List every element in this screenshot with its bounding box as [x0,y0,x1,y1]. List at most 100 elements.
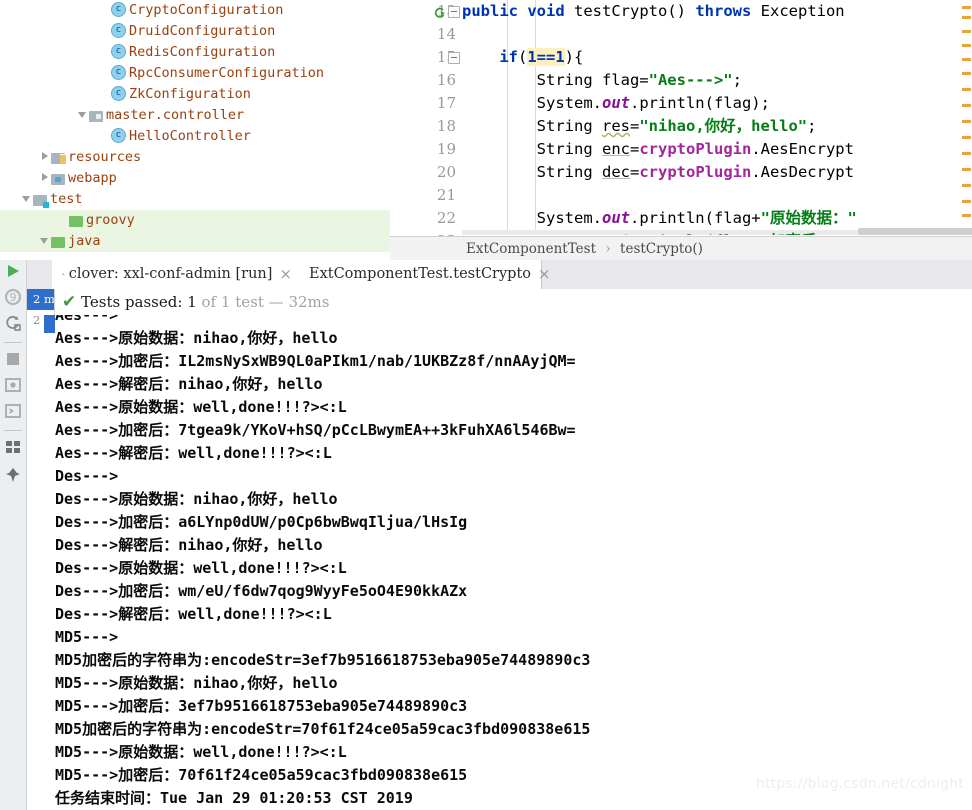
console-line: Aes--->加密后：IL2msNySxWB9QL0aPIkm1/nab/1UK… [55,352,576,370]
tree-item-rpcconsumerconfiguration[interactable]: c RpcConsumerConfiguration [0,63,390,84]
tree-item-label: HelloController [129,128,251,144]
svg-text:9: 9 [10,291,17,304]
tree-item-redisconfiguration[interactable]: c RedisConfiguration [0,42,390,63]
package-folder-icon [89,110,103,122]
code-line: String enc=cryptoPlugin.AesEncrypt [462,140,854,158]
rerun-icon[interactable] [4,262,22,280]
console-scrollbar-thumb[interactable] [44,315,55,333]
code-line: System.out.println(flag+"原始数据：" [462,209,857,227]
class-icon: c [111,85,126,101]
class-icon: c [111,22,126,38]
line-number: 20 [436,163,456,181]
tree-item-test[interactable]: test [0,189,390,210]
chevron-down-icon[interactable] [78,109,89,120]
run-tab-clover[interactable]: clover: xxl-conf-admin [run] × [52,260,292,289]
fold-marker[interactable] [448,6,460,18]
tree-item-label: java [68,233,101,249]
chevron-down-icon[interactable] [22,193,33,204]
tests-duration: 32ms [288,293,330,311]
source-folder-icon [69,215,83,227]
console-line: Aes--->解密后：well,done!!!?><:L [55,444,332,462]
chevron-down-icon[interactable] [40,235,51,246]
line-number: 19 [436,140,456,158]
tree-item-druidconfiguration[interactable]: c DruidConfiguration [0,21,390,42]
tree-item-master-controller[interactable]: master.controller [0,105,390,126]
console-icon[interactable] [4,402,22,420]
pin-tab-icon[interactable] [4,466,22,484]
tree-item-label: master.controller [106,107,245,123]
run-test-gutter-icon[interactable] [432,4,446,18]
breadcrumb-class[interactable]: ExtComponentTest [466,241,596,257]
console-line: Des--->加密后：a6LYnp0dUW/p0Cp6bwBwqIljua/lH… [55,513,468,531]
resources-folder-icon [51,152,66,164]
run-tab-test-close[interactable]: × [538,260,551,289]
run-tab-test-label: ExtComponentTest.testCrypto [309,266,531,282]
code-line: if(1==1){ [499,48,584,66]
tests-total-count: 1 [220,293,231,311]
tests-passed-label: Tests passed: [81,293,183,311]
code-content[interactable]: public void testCrypto() throws Exceptio… [462,0,972,235]
test-status-text: ✔ Tests passed: 1 of 1 test — 32ms [62,289,329,315]
tree-item-groovy[interactable]: groovy [0,210,390,231]
console-line: Aes--->原始数据：nihao,你好，hello [55,329,338,347]
tree-item-hellocontroller[interactable]: c HelloController [0,126,390,147]
dump-threads-icon[interactable] [4,376,22,394]
console-line: Des--->解密后：nihao,你好，hello [55,536,323,554]
rerun-failed-icon[interactable]: 9 [4,288,22,306]
run-tab-clover-close[interactable]: × [279,260,292,289]
line-number: 14 [436,25,456,43]
line-number: 22 [436,209,456,227]
tree-item-java[interactable]: java [0,231,390,252]
tree-item-label: CryptoConfiguration [129,2,284,18]
editor-gutter[interactable]: 1314151617181920212223 [390,0,462,250]
console-line: MD5--->加密后：3ef7b9516618753eba905e7448989… [55,697,468,715]
console-scrollbar[interactable] [44,315,55,810]
fold-marker[interactable] [448,52,460,64]
chevron-right-icon[interactable] [40,172,51,183]
layout-settings-icon[interactable] [4,438,22,456]
code-line: String dec=cryptoPlugin.AesDecrypt [462,163,854,181]
console-output[interactable]: Aes---> Aes--->原始数据：nihao,你好，hello Aes--->… [55,315,972,810]
line-number: 16 [436,71,456,89]
run-tab-clover-label: clover: xxl-conf-admin [run] [68,266,273,282]
tree-item-label: webapp [68,170,117,186]
code-line: System.out.println(flag); [462,94,770,112]
source-folder-icon [51,236,65,248]
tree-item-label: RpcConsumerConfiguration [129,65,325,81]
project-tree-panel[interactable]: c CryptoConfiguration c DruidConfiguration c… [0,0,390,260]
console-line: Des--->加密后：wm/eU/f6dw7qog9WyyFe5oO4E90kk… [55,582,468,600]
console-line: Aes--->解密后：nihao,你好，hello [55,375,323,393]
tree-item-resources[interactable]: resources [0,147,390,168]
code-line: String flag="Aes--->"; [462,71,742,89]
rerun-automatically-icon[interactable] [4,314,22,332]
class-icon: c [111,1,126,17]
run-tab-test[interactable]: ExtComponentTest.testCrypto × [292,260,551,289]
breadcrumb-method[interactable]: testCrypto() [620,241,703,257]
editor-horizontal-scrollbar[interactable] [858,228,972,235]
test-folder-icon [33,194,49,208]
line-number: 17 [436,94,456,112]
stop-icon[interactable] [4,350,22,368]
test-tree-row[interactable]: 2 ms [27,289,54,310]
code-line: public void testCrypto() throws Exceptio… [462,2,845,20]
code-editor[interactable]: 1314151617181920212223 public void testC… [390,0,972,260]
tests-test-word: test [235,293,264,311]
console-line: MD5加密后的字符串为:encodeStr=70f61f24ce05a59cac… [55,720,591,738]
tests-dash: — [268,293,284,311]
tree-item-cryptoconfiguration[interactable]: c CryptoConfiguration [0,0,390,21]
tree-item-label: resources [68,149,142,165]
breadcrumb-separator: › [605,241,611,257]
tree-item-zkconfiguration[interactable]: c ZkConfiguration [0,84,390,105]
chevron-right-icon[interactable] [40,151,51,162]
console-line: MD5--->原始数据：well,done!!!?><:L [55,743,347,761]
breadcrumb[interactable]: ExtComponentTest › testCrypto() [390,236,972,260]
line-number: 21 [436,186,456,204]
tree-item-label: ZkConfiguration [129,86,251,102]
editor-vertical-scrollbar[interactable] [960,0,972,235]
test-status-bar: » ✔ Tests passed: 1 of 1 test — 32ms [0,289,972,315]
check-icon: ✔ [62,292,77,312]
tree-item-webapp[interactable]: webapp [0,168,390,189]
